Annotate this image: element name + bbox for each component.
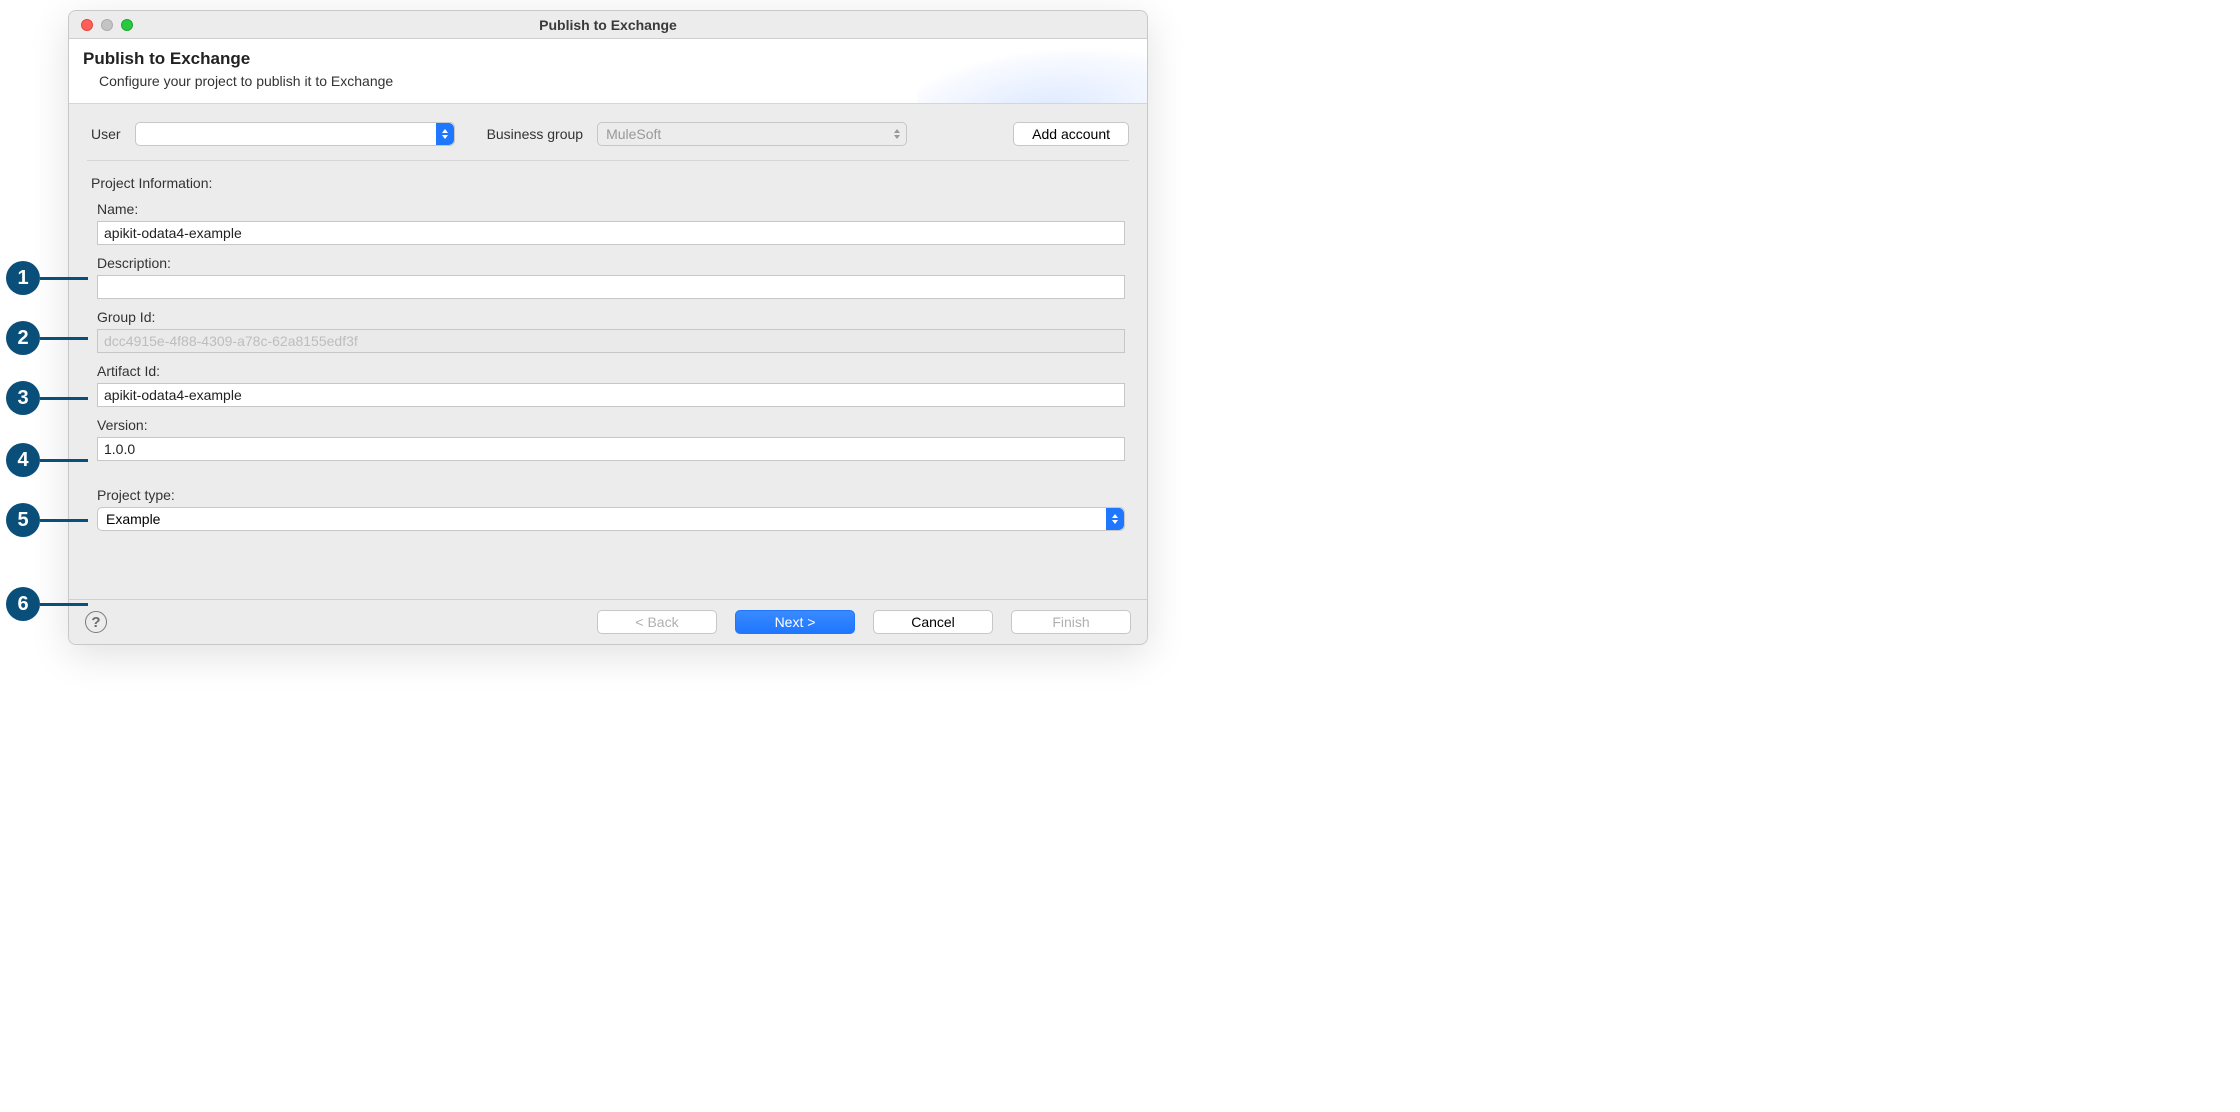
footer-buttons: < Back Next > Cancel Finish xyxy=(597,610,1131,634)
group-id-field: Group Id: xyxy=(97,309,1125,353)
help-icon[interactable]: ? xyxy=(85,611,107,633)
project-type-field: Project type: Example xyxy=(97,487,1125,531)
callout-3: 3 xyxy=(6,381,40,415)
callout-line xyxy=(40,277,88,280)
description-input[interactable] xyxy=(97,275,1125,299)
finish-button: Finish xyxy=(1011,610,1131,634)
name-label: Name: xyxy=(97,201,1125,217)
account-row: User Business group MuleSoft Add account xyxy=(87,122,1129,161)
callout-4: 4 xyxy=(6,443,40,477)
artifact-id-field: Artifact Id: xyxy=(97,363,1125,407)
group-id-label: Group Id: xyxy=(97,309,1125,325)
chevron-updown-icon xyxy=(1106,508,1124,530)
callout-line xyxy=(40,603,88,606)
project-info-label: Project Information: xyxy=(91,175,1129,191)
description-field: Description: xyxy=(97,255,1125,299)
callout-5: 5 xyxy=(6,503,40,537)
chevron-updown-icon xyxy=(888,123,906,145)
business-group-value: MuleSoft xyxy=(606,126,661,142)
version-field: Version: xyxy=(97,417,1125,461)
name-field: Name: xyxy=(97,201,1125,245)
business-group-label: Business group xyxy=(487,126,584,142)
description-label: Description: xyxy=(97,255,1125,271)
callout-6: 6 xyxy=(6,587,40,621)
callout-line xyxy=(40,397,88,400)
callout-1: 1 xyxy=(6,261,40,295)
footer-bar: ? < Back Next > Cancel Finish xyxy=(69,599,1147,644)
window-title: Publish to Exchange xyxy=(69,17,1147,33)
header-panel: Publish to Exchange Configure your proje… xyxy=(69,39,1147,104)
callout-line xyxy=(40,459,88,462)
callout-line xyxy=(40,519,88,522)
project-type-select[interactable]: Example xyxy=(97,507,1125,531)
name-input[interactable] xyxy=(97,221,1125,245)
business-group-select: MuleSoft xyxy=(597,122,907,146)
project-type-label: Project type: xyxy=(97,487,1125,503)
group-id-input xyxy=(97,329,1125,353)
back-button: < Back xyxy=(597,610,717,634)
version-input[interactable] xyxy=(97,437,1125,461)
artifact-id-input[interactable] xyxy=(97,383,1125,407)
chevron-updown-icon xyxy=(436,123,454,145)
header-decoration xyxy=(917,39,1147,103)
cancel-button[interactable]: Cancel xyxy=(873,610,993,634)
user-label: User xyxy=(91,126,121,142)
titlebar: Publish to Exchange xyxy=(69,11,1147,39)
project-type-value: Example xyxy=(106,511,160,527)
artifact-id-label: Artifact Id: xyxy=(97,363,1125,379)
add-account-button[interactable]: Add account xyxy=(1013,122,1129,146)
user-select[interactable] xyxy=(135,122,455,146)
content-panel: User Business group MuleSoft Add account xyxy=(69,104,1147,539)
next-button[interactable]: Next > xyxy=(735,610,855,634)
version-label: Version: xyxy=(97,417,1125,433)
callout-2: 2 xyxy=(6,321,40,355)
publish-to-exchange-dialog: Publish to Exchange Publish to Exchange … xyxy=(68,10,1148,645)
callout-line xyxy=(40,337,88,340)
